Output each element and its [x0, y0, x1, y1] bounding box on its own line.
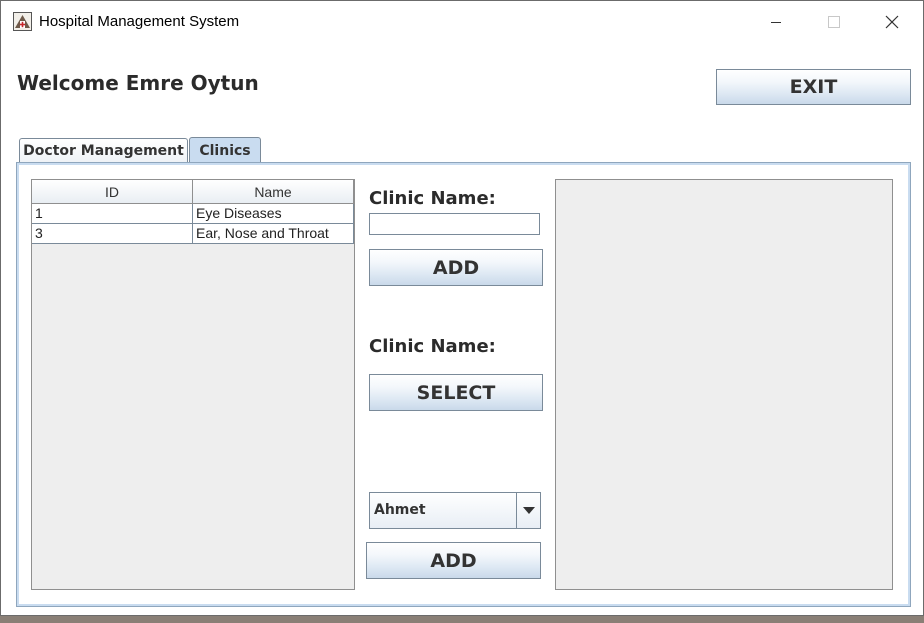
clinic-doctor-list-panel[interactable]	[555, 179, 893, 590]
doctor-select-value: Ahmet	[374, 502, 426, 518]
cell-name: Eye Diseases	[193, 204, 354, 224]
close-icon	[885, 15, 899, 29]
select-clinic-label: Clinic Name:	[369, 336, 496, 357]
clinic-name-input[interactable]	[369, 213, 540, 235]
add-clinic-button[interactable]: ADD	[369, 249, 543, 286]
clinic-name-label: Clinic Name:	[369, 188, 496, 209]
table-body: 1 Eye Diseases 3 Ear, Nose and Throat	[32, 204, 354, 244]
clinic-table[interactable]: ID Name 1 Eye Diseases 3 Ear, Nose and T…	[31, 179, 355, 590]
app-window: Hospital Management System Welcome Emre …	[0, 0, 924, 616]
table-header: ID Name	[32, 180, 354, 204]
cell-name: Ear, Nose and Throat	[193, 224, 354, 244]
select-clinic-button[interactable]: SELECT	[369, 374, 543, 411]
add-doctor-to-clinic-button[interactable]: ADD	[366, 542, 541, 579]
maximize-button[interactable]	[805, 1, 863, 43]
table-row[interactable]: 3 Ear, Nose and Throat	[32, 224, 354, 244]
welcome-label: Welcome Emre Oytun	[17, 71, 259, 95]
table-row[interactable]: 1 Eye Diseases	[32, 204, 354, 224]
column-header-id[interactable]: ID	[32, 180, 193, 204]
exit-button[interactable]: EXIT	[716, 69, 911, 105]
cell-id: 3	[32, 224, 193, 244]
window-title: Hospital Management System	[39, 13, 240, 30]
close-button[interactable]	[863, 1, 921, 43]
title-bar[interactable]: Hospital Management System	[1, 1, 923, 43]
cell-id: 1	[32, 204, 193, 224]
maximize-icon	[828, 16, 840, 28]
doctor-select[interactable]: Ahmet	[369, 492, 541, 529]
tab-doctor-management[interactable]: Doctor Management	[19, 138, 188, 163]
column-header-name[interactable]: Name	[193, 180, 354, 204]
dropdown-arrow-button[interactable]	[516, 493, 540, 528]
tab-clinics[interactable]: Clinics	[189, 137, 261, 164]
chevron-down-icon	[522, 506, 535, 514]
minimize-icon	[771, 22, 781, 23]
hospital-app-icon	[13, 12, 32, 31]
minimize-button[interactable]	[747, 1, 805, 43]
